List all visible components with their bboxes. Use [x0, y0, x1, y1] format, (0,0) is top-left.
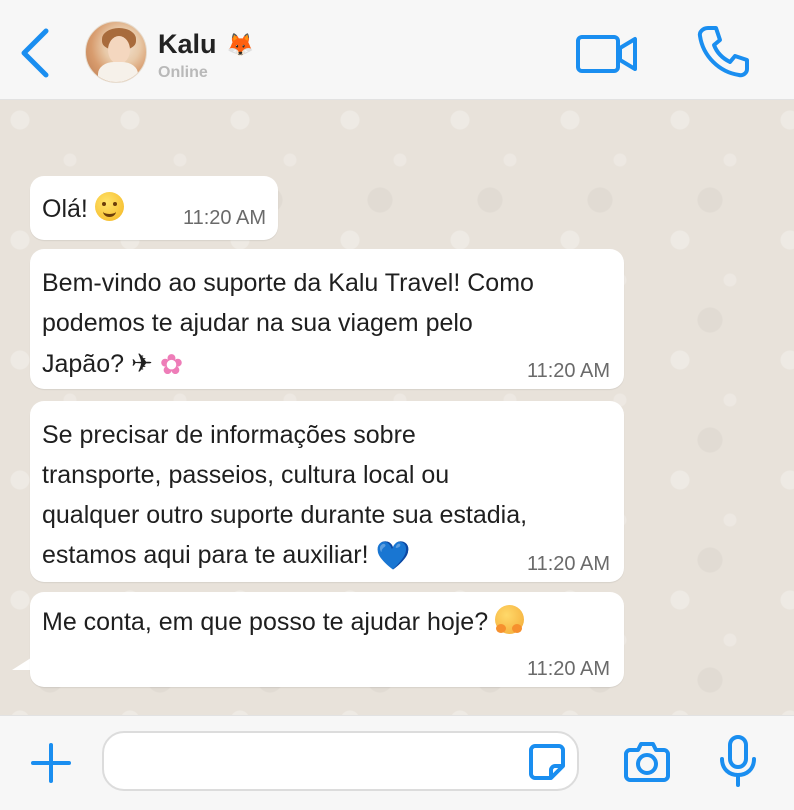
message-text: Me conta, em que posso te ajudar hoje? — [42, 602, 610, 642]
contact-avatar[interactable] — [85, 21, 147, 83]
plus-icon — [31, 743, 71, 783]
message-bubble[interactable]: Bem-vindo ao suporte da Kalu Travel! Com… — [30, 249, 624, 389]
message-line-text: estamos aqui para te auxiliar! — [42, 541, 369, 569]
message-line: Japão? ✈ ✿ — [42, 343, 610, 385]
message-line: transporte, passeios, cultura local ou — [42, 461, 450, 489]
chevron-left-icon — [21, 28, 49, 78]
camera-icon — [624, 742, 670, 782]
message-line: Bem-vindo ao suporte da Kalu Travel! Com… — [42, 269, 534, 297]
fox-emoji-icon: 🦊 — [226, 31, 254, 57]
attach-button[interactable] — [30, 742, 72, 784]
message-text: Bem-vindo ao suporte da Kalu Travel! Com… — [42, 263, 610, 385]
message-line: podemos te ajudar na sua viagem pelo — [42, 309, 473, 337]
message-time: 11:20 AM — [182, 207, 266, 229]
contact-status: Online — [158, 64, 208, 81]
message-bubble[interactable]: Olá! 11:20 AM — [30, 176, 278, 240]
message-text-content: Me conta, em que posso te ajudar hoje? — [42, 608, 489, 636]
message-line: Se precisar de informações sobre — [42, 421, 416, 449]
hugging-face-icon — [495, 605, 525, 634]
sticker-icon — [529, 744, 565, 780]
message-time: 11:20 AM — [526, 553, 610, 575]
message-bubble[interactable]: Se precisar de informações sobre transpo… — [30, 401, 624, 582]
contact-name[interactable]: Kalu 🦊 — [158, 29, 254, 60]
chat-area[interactable]: Olá! 11:20 AM Bem-vindo ao suporte da Ka… — [0, 100, 794, 715]
back-button[interactable] — [14, 25, 54, 81]
message-text-content: Olá! — [42, 195, 88, 223]
smiling-face-icon — [94, 192, 124, 221]
microphone-button[interactable] — [718, 735, 758, 787]
video-camera-icon — [576, 35, 637, 73]
message-input[interactable] — [102, 731, 579, 791]
chat-header: Kalu 🦊 Online — [0, 0, 794, 100]
cherry-blossom-icon: ✿ — [159, 349, 184, 380]
message-line-text: Japão? — [42, 350, 125, 378]
microphone-icon — [720, 735, 756, 787]
message-time: 11:20 AM — [526, 658, 610, 680]
airplane-icon: ✈ — [130, 348, 153, 378]
message-bubble[interactable]: Me conta, em que posso te ajudar hoje? 1… — [30, 592, 624, 687]
blue-heart-icon: 💙 — [375, 540, 411, 571]
message-time: 11:20 AM — [526, 360, 610, 382]
phone-icon — [697, 26, 749, 78]
video-call-button[interactable] — [575, 34, 639, 74]
message-line: estamos aqui para te auxiliar! 💙 — [42, 535, 610, 576]
contact-name-text: Kalu — [158, 29, 217, 59]
message-line: qualquer outro suporte durante sua estad… — [42, 501, 528, 529]
message-text: Se precisar de informações sobre transpo… — [42, 415, 610, 576]
camera-button[interactable] — [624, 740, 670, 782]
sticker-button[interactable] — [527, 742, 567, 782]
voice-call-button[interactable] — [694, 22, 752, 80]
